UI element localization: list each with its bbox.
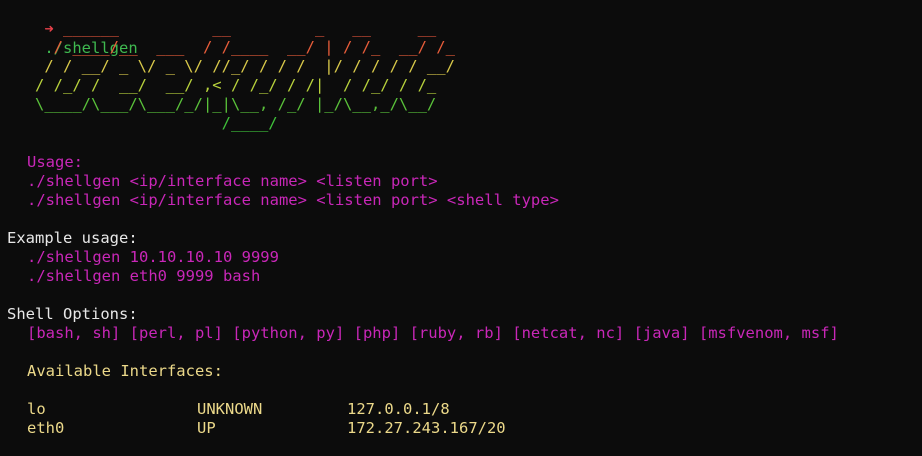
banner-line-6: /____/	[7, 114, 278, 132]
ascii-banner: ______ __ _ __ __ / ____/__ ___ / /____ …	[7, 19, 455, 133]
example-line-2: ./shellgen eth0 9999 bash	[27, 267, 261, 285]
usage-line-1: ./shellgen <ip/interface name> <listen p…	[27, 172, 438, 190]
banner-line-3: / / __/ _ \/ _ \/ //_/ / / / |/ / / / / …	[7, 57, 455, 75]
example-line-1: ./shellgen 10.10.10.10 9999	[27, 248, 279, 266]
interface-name: eth0	[27, 419, 65, 437]
example-heading: Example usage:	[7, 229, 138, 247]
interface-address: 127.0.0.1/8	[347, 400, 450, 418]
terminal-window[interactable]: ➜ ./shellgen ______ __ _ __ __ / ____/__…	[0, 0, 922, 456]
banner-line-4: / /_/ / __/ __/ ,< / /_/ / /| / /_/ / /_	[7, 76, 437, 94]
interface-state: UNKNOWN	[197, 400, 263, 418]
interface-state: UP	[197, 419, 216, 437]
prompt-line: ➜ ./shellgen	[7, 1, 137, 57]
usage-heading: Usage:	[27, 153, 83, 171]
banner-line-2: / ____/__ ___ / /____ __/ | / /_ __/ /_	[7, 38, 455, 56]
banner-line-5: \____/\___/\___/_/|_|\__, /_/ |_/\__,_/\…	[7, 95, 437, 113]
interfaces-heading: Available Interfaces:	[27, 362, 223, 380]
shell-options-heading: Shell Options:	[7, 305, 138, 323]
shell-options-list: [bash, sh] [perl, pl] [python, py] [php]…	[27, 324, 839, 342]
usage-line-2: ./shellgen <ip/interface name> <listen p…	[27, 191, 559, 209]
banner-line-1: ______ __ _ __ __	[7, 19, 437, 37]
interface-address: 172.27.243.167/20	[347, 419, 506, 437]
interface-name: lo	[27, 400, 46, 418]
